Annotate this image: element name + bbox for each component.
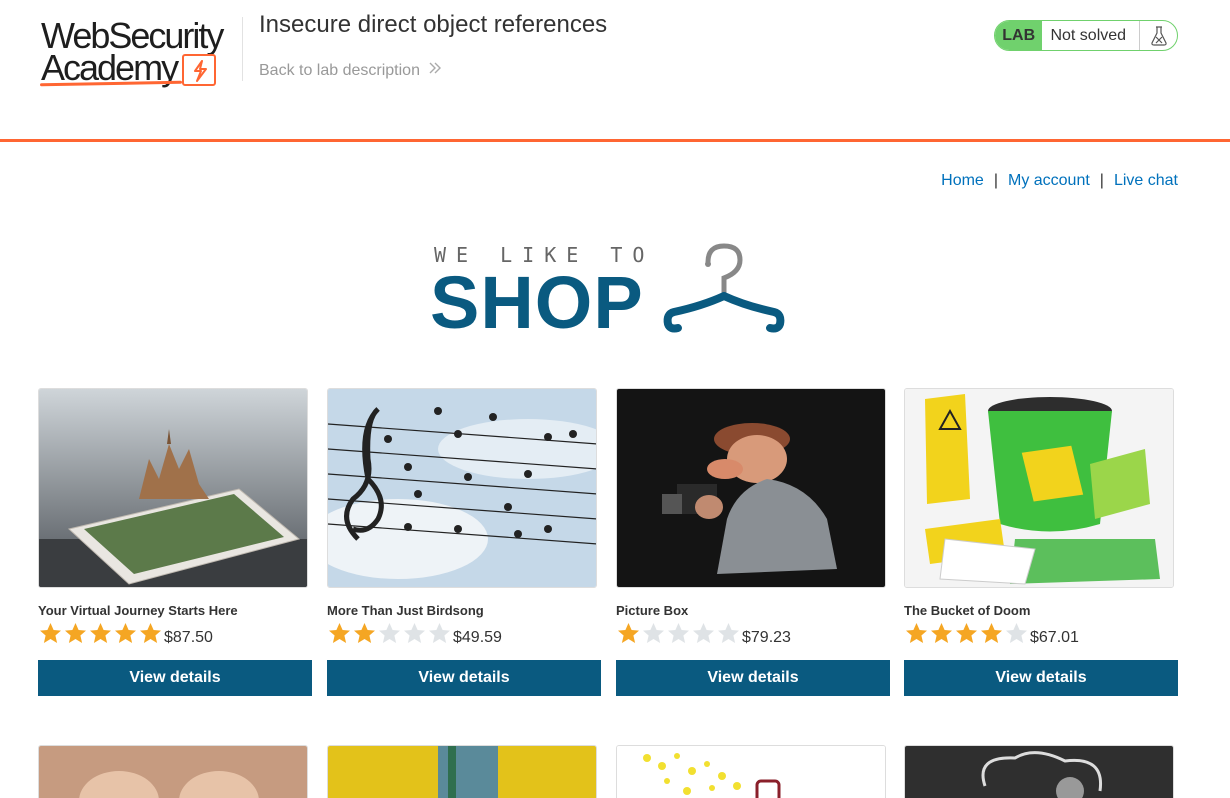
flask-icon: [1139, 21, 1177, 50]
view-details-button[interactable]: View details: [327, 660, 601, 696]
back-to-lab-description-link[interactable]: Back to lab description: [259, 61, 442, 80]
view-details-button[interactable]: View details: [38, 660, 312, 696]
star-empty-icon: [691, 621, 716, 646]
product-price: $49.59: [453, 629, 502, 646]
nav-live-chat-link[interactable]: Live chat: [1114, 172, 1178, 190]
nav-separator: |: [993, 172, 998, 189]
nav-separator: |: [1099, 172, 1104, 189]
product-image: [38, 388, 308, 588]
nav-my-account-link[interactable]: My account: [1008, 172, 1090, 190]
star-empty-icon: [402, 621, 427, 646]
star-filled-icon: [38, 621, 63, 646]
product-name: Picture Box: [616, 603, 689, 618]
top-navigation: Home | My account | Live chat: [941, 172, 1178, 190]
product-rating: [616, 621, 741, 646]
product-name: The Bucket of Doom: [904, 603, 1031, 618]
product-image: [616, 388, 886, 588]
star-filled-icon: [929, 621, 954, 646]
banner-title: SHOP: [430, 261, 644, 344]
product-price: $79.23: [742, 629, 791, 646]
star-filled-icon: [352, 621, 377, 646]
star-filled-icon: [979, 621, 1004, 646]
product-rating: [38, 621, 163, 646]
star-empty-icon: [641, 621, 666, 646]
product-name: Your Virtual Journey Starts Here: [38, 603, 238, 618]
back-link-label: Back to lab description: [259, 61, 420, 79]
product-price: $67.01: [1030, 629, 1079, 646]
star-empty-icon: [377, 621, 402, 646]
lab-badge: LAB: [995, 21, 1043, 50]
product-image: [327, 388, 597, 588]
lab-title: Insecure direct object references: [259, 11, 608, 38]
lab-status-widget: LAB Not solved: [994, 20, 1178, 51]
web-security-academy-logo[interactable]: WebSecurity Academy: [38, 14, 242, 92]
product-price: $87.50: [164, 629, 213, 646]
shop-banner: WE LIKE TO SHOP: [430, 238, 790, 344]
star-filled-icon: [113, 621, 138, 646]
star-empty-icon: [716, 621, 741, 646]
nav-home-link[interactable]: Home: [941, 172, 984, 190]
product-image: [904, 388, 1174, 588]
star-filled-icon: [327, 621, 352, 646]
star-filled-icon: [904, 621, 929, 646]
academy-header: WebSecurity Academy Insecure direct obje…: [0, 0, 1230, 142]
product-rating: [904, 621, 1029, 646]
double-chevron-right-icon: [428, 61, 442, 80]
star-empty-icon: [666, 621, 691, 646]
clothes-hanger-icon: [663, 243, 785, 333]
star-filled-icon: [88, 621, 113, 646]
product-image: [38, 745, 308, 798]
star-filled-icon: [616, 621, 641, 646]
star-filled-icon: [954, 621, 979, 646]
star-empty-icon: [427, 621, 452, 646]
view-details-button[interactable]: View details: [616, 660, 890, 696]
header-divider: [242, 17, 243, 81]
view-details-button[interactable]: View details: [904, 660, 1178, 696]
product-image: [616, 745, 886, 798]
star-filled-icon: [138, 621, 163, 646]
star-filled-icon: [63, 621, 88, 646]
product-rating: [327, 621, 452, 646]
lab-status-text: Not solved: [1050, 26, 1127, 44]
logo-lightning-icon: [182, 54, 216, 86]
product-name: More Than Just Birdsong: [327, 603, 484, 618]
product-image: [904, 745, 1174, 798]
star-empty-icon: [1004, 621, 1029, 646]
product-image: [327, 745, 597, 798]
